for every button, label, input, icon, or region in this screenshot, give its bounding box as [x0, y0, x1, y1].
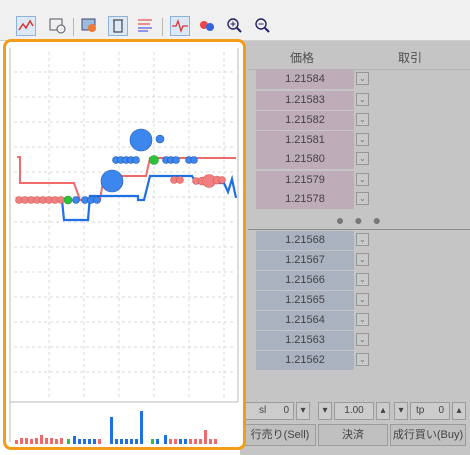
volume-bars: [15, 411, 217, 444]
zoom-in-icon[interactable]: [225, 16, 245, 36]
trade-dot: [218, 176, 226, 184]
trash-icon[interactable]: [108, 16, 128, 36]
volume-bar: [30, 439, 33, 444]
volume-bar: [169, 439, 172, 444]
volume-bar: [120, 439, 123, 444]
volume-bar: [88, 439, 91, 444]
volume-bar: [135, 439, 138, 444]
neutral-trade-dot: [63, 195, 73, 205]
volume-bar: [93, 439, 96, 444]
volume-bar: [110, 417, 113, 444]
trade-dot: [57, 196, 65, 204]
volume-bar: [83, 439, 86, 444]
volume-bar: [20, 438, 23, 444]
toolbar: [0, 0, 470, 41]
grid: [14, 52, 235, 397]
volume-bar: [140, 411, 143, 444]
chart-history-icon[interactable]: [48, 16, 68, 36]
volume-bar: [55, 439, 58, 444]
volume-bar: [209, 439, 212, 444]
volume-bar: [214, 439, 217, 444]
volume-bar: [130, 439, 133, 444]
tick-chart-icon[interactable]: [16, 16, 36, 36]
trade-dots-icon[interactable]: [198, 16, 218, 36]
trade-dot: [132, 156, 140, 164]
volume-bar: [156, 439, 159, 444]
tick-chart: [9, 48, 239, 444]
dim-overlay: [240, 41, 470, 455]
volume-bar: [25, 438, 28, 444]
volume-bar: [151, 439, 154, 444]
volume-bar: [45, 438, 48, 444]
toolbar-separator: [162, 18, 163, 36]
color-palette-icon[interactable]: [80, 16, 100, 36]
trade-dot: [155, 134, 165, 144]
trade-dot: [190, 156, 198, 164]
volume-bar: [179, 439, 182, 444]
volume-bar: [78, 439, 81, 444]
buy-trades: [72, 128, 198, 204]
depth-list-icon[interactable]: [136, 16, 156, 36]
trade-dot: [72, 196, 80, 204]
volume-bar: [164, 435, 167, 444]
volume-bar: [174, 439, 177, 444]
trade-dot: [172, 156, 180, 164]
volume-bar: [115, 439, 118, 444]
tick-chart-panel: [3, 39, 246, 450]
neutral-trade-dot: [149, 155, 159, 165]
volume-bar: [73, 436, 76, 444]
toolbar-separator: [73, 18, 74, 36]
volume-bar: [67, 439, 70, 444]
volume-bar: [15, 440, 18, 444]
volume-bar: [98, 439, 101, 444]
volume-bar: [189, 439, 192, 444]
trade-dot: [100, 169, 124, 193]
trade-dot: [129, 128, 153, 152]
volume-bar: [194, 439, 197, 444]
volume-bar: [199, 439, 202, 444]
volume-bar: [50, 438, 53, 444]
trade-dot: [93, 196, 101, 204]
volume-bar: [60, 438, 63, 444]
volume-bar: [40, 435, 43, 444]
volume-bar: [35, 438, 38, 444]
volume-bar: [204, 430, 207, 444]
zoom-out-icon[interactable]: [253, 16, 273, 36]
volume-bar: [125, 439, 128, 444]
volume-bar: [184, 439, 187, 444]
trade-dot: [176, 176, 184, 184]
signal-icon[interactable]: [170, 16, 190, 36]
